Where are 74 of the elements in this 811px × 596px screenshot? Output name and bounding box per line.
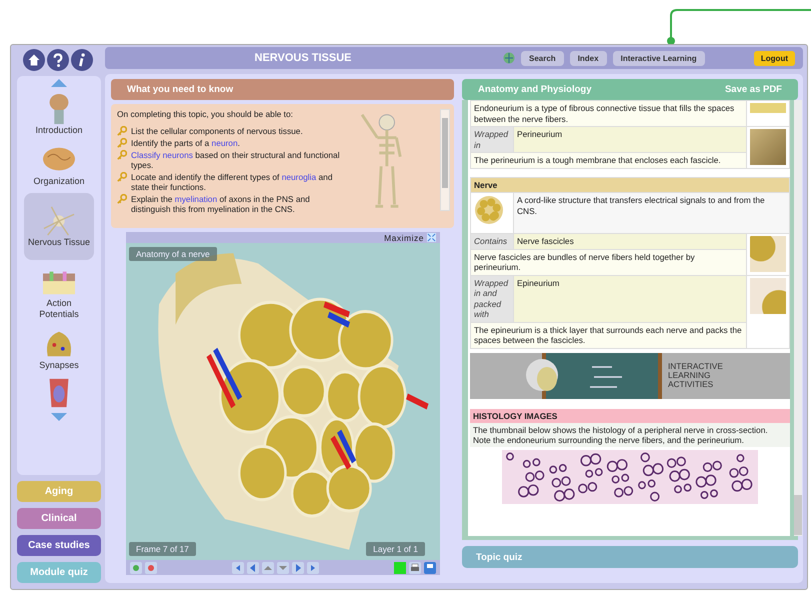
description-text: The thumbnail below shows the histology of a peripheral nerve in cross-section. Note the endoneurium surrounding the nerve fibers, and the perineurium. bbox=[470, 422, 790, 446]
section-heading: Nerve bbox=[470, 177, 790, 192]
term-link[interactable]: neuroglia bbox=[282, 172, 316, 182]
expand-icon[interactable] bbox=[427, 233, 436, 242]
tissue-thumbnail bbox=[750, 129, 786, 165]
frame-counter: Frame 7 of 17 bbox=[129, 542, 196, 556]
relation-value: Epineurium bbox=[514, 275, 746, 322]
relation-label: Contains bbox=[470, 234, 514, 249]
scroll-down-icon[interactable] bbox=[51, 413, 67, 421]
page-title: NERVOUS TISSUE bbox=[254, 52, 352, 64]
activities-banner[interactable]: INTERACTIVE LEARNING ACTIVITIES bbox=[470, 352, 790, 398]
scrollbar[interactable] bbox=[794, 100, 802, 536]
first-frame-icon[interactable] bbox=[232, 562, 244, 574]
image-caption: Anatomy of a nerve bbox=[129, 247, 217, 261]
section-button[interactable]: Case studies bbox=[17, 535, 101, 556]
relation-label: Wrapped in and packed with bbox=[470, 275, 514, 322]
zoom-in-icon[interactable] bbox=[130, 562, 142, 574]
last-frame-icon[interactable] bbox=[307, 562, 319, 574]
print-icon[interactable] bbox=[409, 562, 421, 574]
topic-item[interactable]: Introduction bbox=[24, 91, 94, 138]
maximize-button[interactable]: Maximize bbox=[384, 232, 424, 242]
objective-text: Locate and identify the different types of neuroglia and state their functions. bbox=[131, 172, 334, 192]
topic-item[interactable]: Synapses bbox=[24, 326, 94, 373]
description-text: Endoneurium is a type of fibrous connective tissue that fills the spaces between the nerve fibers. bbox=[470, 100, 746, 126]
nav-button[interactable]: Search bbox=[521, 50, 564, 66]
layer-counter: Layer 1 of 1 bbox=[366, 542, 425, 556]
relation-value: Nerve fascicles bbox=[514, 234, 746, 249]
section-button[interactable]: Clinical bbox=[17, 508, 101, 529]
tissue-thumbnail bbox=[750, 236, 786, 272]
key-icon bbox=[117, 194, 127, 204]
save-icon[interactable] bbox=[424, 562, 436, 574]
zoom-out-icon[interactable] bbox=[145, 562, 157, 574]
description-text: Nerve fascicles are bundles of nerve fibers held together by perineurium. bbox=[470, 249, 746, 275]
topic-item[interactable]: Organization bbox=[24, 142, 94, 189]
description-text: The perineurium is a tough membrane that encloses each fascicle. bbox=[470, 152, 746, 168]
key-icon bbox=[117, 150, 127, 160]
key-icon bbox=[117, 126, 127, 136]
description-text: The epineurium is a thick layer that surrounds each nerve and packs the spaces between the fascicles. bbox=[470, 322, 746, 348]
objective-text: Explain the myelination of axons in the PNS and distinguish this from myelination in the CNS. bbox=[131, 194, 311, 214]
objective-text: List the cellular components of nervous tissue. bbox=[131, 126, 303, 136]
key-icon bbox=[117, 138, 127, 148]
help-icon[interactable] bbox=[47, 49, 69, 71]
color-swatch-icon[interactable] bbox=[394, 562, 406, 574]
nav-button[interactable]: Index bbox=[570, 50, 607, 66]
layer-down-icon[interactable] bbox=[277, 562, 289, 574]
description-text: A cord-like structure that transfers electrical signals to and from the CNS. bbox=[514, 192, 790, 234]
section-header: What you need to know bbox=[111, 79, 454, 100]
relation-value: Perineurium bbox=[514, 126, 746, 152]
intro-text: On completing this topic, you should be able to: bbox=[117, 109, 294, 119]
nerve-thumbnail-icon bbox=[474, 195, 504, 225]
tissue-thumbnail bbox=[750, 103, 786, 113]
previous-icon[interactable] bbox=[247, 562, 259, 574]
tissue-thumbnail bbox=[750, 278, 786, 314]
next-icon[interactable] bbox=[292, 562, 304, 574]
objective-text: Identify the parts of a neuron. bbox=[131, 138, 240, 148]
section-heading: HISTOLOGY IMAGES bbox=[470, 408, 790, 422]
scrollbar[interactable] bbox=[440, 109, 450, 211]
term-link[interactable]: neuron bbox=[212, 138, 238, 148]
nav-button[interactable]: Interactive Learning bbox=[612, 50, 705, 66]
home-icon[interactable] bbox=[23, 49, 45, 71]
key-icon bbox=[117, 172, 127, 182]
info-icon[interactable] bbox=[71, 49, 93, 71]
topic-item[interactable]: Action Potentials bbox=[24, 264, 94, 322]
term-link[interactable]: myelination bbox=[174, 194, 218, 204]
banner-text: INTERACTIVE LEARNING ACTIVITIES bbox=[668, 362, 724, 389]
scroll-up-icon[interactable] bbox=[51, 79, 67, 87]
globe-icon[interactable] bbox=[503, 52, 515, 64]
term-link[interactable]: Classify neurons bbox=[131, 150, 193, 160]
logout-button[interactable]: Logout bbox=[754, 50, 795, 66]
relation-label: Wrapped in bbox=[470, 126, 514, 152]
panel-title: Anatomy and Physiology bbox=[478, 84, 592, 95]
layer-up-icon[interactable] bbox=[262, 562, 274, 574]
objective-text: Classify neurons based on their structural and functional types. bbox=[131, 150, 341, 170]
topic-item[interactable]: Nervous Tissue bbox=[24, 193, 94, 260]
